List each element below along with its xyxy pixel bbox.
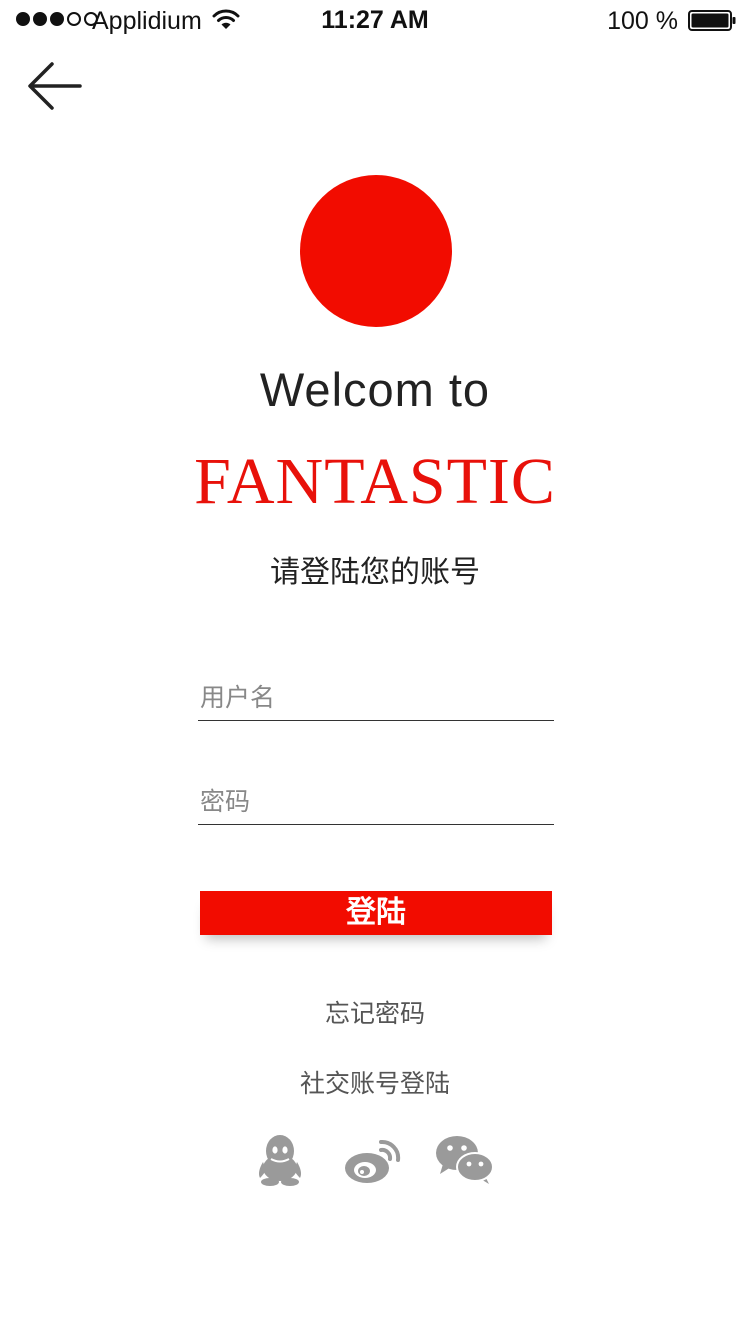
brand-name: FANTASTIC: [194, 445, 556, 518]
wechat-icon[interactable]: [435, 1134, 495, 1186]
social-login-label: 社交账号登陆: [299, 1070, 450, 1098]
welcome-heading: Welcom to: [259, 363, 491, 416]
login-button[interactable]: 登陆: [200, 891, 552, 935]
username-input[interactable]: [198, 677, 554, 721]
password-input[interactable]: [198, 781, 554, 825]
qq-icon[interactable]: [256, 1134, 304, 1186]
battery-percentage: 100 %: [607, 7, 678, 35]
status-bar: Applidium 11:27 AM 100 %: [0, 0, 750, 40]
battery-icon: [688, 10, 736, 31]
login-prompt: 请登陆您的账号: [270, 556, 480, 589]
forgot-password-link[interactable]: 忘记密码: [0, 994, 750, 1030]
weibo-icon[interactable]: [343, 1134, 403, 1186]
app-logo: [300, 175, 452, 327]
back-arrow-icon[interactable]: [24, 58, 86, 114]
